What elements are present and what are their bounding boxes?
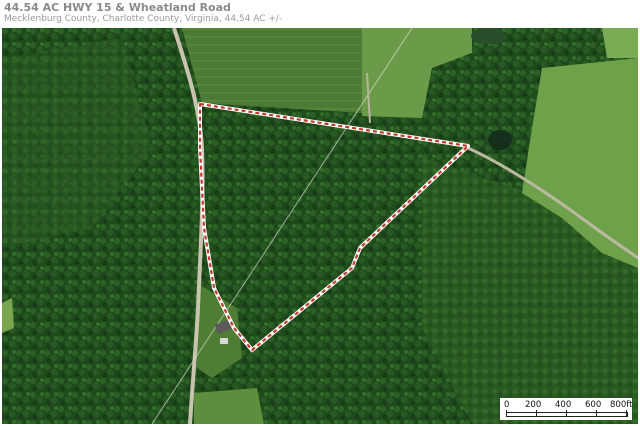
clearing-west [2, 298, 14, 333]
scale-label-0: 0 [504, 400, 510, 410]
scale-bar-line [506, 412, 628, 417]
aerial-imagery [2, 28, 638, 424]
scale-tick [596, 410, 597, 417]
map-subtitle: Mecklenburg County, Charlotte County, Vi… [4, 14, 283, 24]
scale-label-800ft: 800ft [610, 400, 633, 410]
pond-small [471, 28, 507, 44]
map-header: 44.54 AC HWY 15 & Wheatland Road Mecklen… [0, 0, 640, 28]
scale-tick [566, 410, 567, 417]
aerial-map[interactable]: 0 200 400 600 800ft [2, 28, 638, 424]
scale-label-600: 600 [585, 400, 602, 410]
scale-labels: 0 200 400 600 800ft [500, 400, 632, 410]
scale-tick [536, 410, 537, 417]
field-far-east [602, 28, 638, 58]
scale-tick [626, 410, 627, 417]
outbuilding [220, 338, 228, 344]
scale-bar: 0 200 400 600 800ft [500, 398, 632, 420]
scale-label-200: 200 [525, 400, 542, 410]
crop-field-north [182, 28, 362, 113]
scale-tick [506, 410, 507, 417]
pond [488, 130, 512, 150]
scale-label-400: 400 [555, 400, 572, 410]
map-title: 44.54 AC HWY 15 & Wheatland Road [4, 1, 231, 14]
field-south [194, 388, 264, 424]
